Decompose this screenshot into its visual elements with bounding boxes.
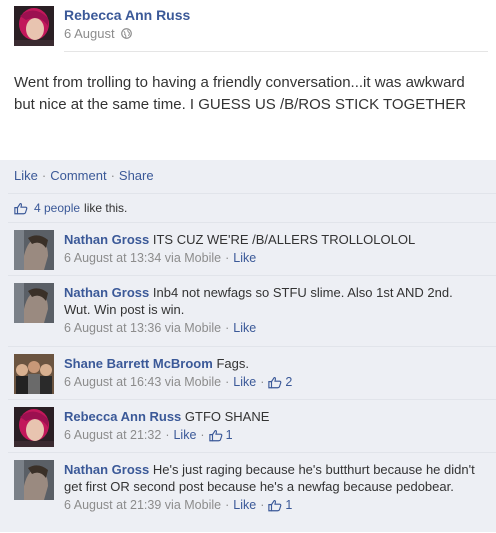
separator: · <box>110 168 115 183</box>
comment-text: Fags. <box>216 356 249 371</box>
comment-author[interactable]: Shane Barrett McBroom <box>64 356 213 371</box>
comment-item: Nathan Gross ITS CUZ WE'RE /B/ALLERS TRO… <box>8 222 496 275</box>
comment-like-button[interactable]: Like <box>233 374 256 391</box>
comment-timestamp[interactable]: 6 August at 21:39 <box>64 497 161 514</box>
comment-like-button[interactable]: Like <box>233 250 256 267</box>
comment-author[interactable]: Nathan Gross <box>64 232 149 247</box>
likes-summary: 4 people like this. <box>8 193 496 222</box>
post-meta: 6 August <box>64 26 132 41</box>
commenter-avatar[interactable] <box>14 230 54 270</box>
comment-like-button[interactable]: Like <box>233 497 256 514</box>
globe-icon[interactable] <box>120 28 132 39</box>
comment-like-count[interactable]: 2 <box>268 374 292 391</box>
comment-author[interactable]: Rebecca Ann Russ <box>64 409 181 424</box>
comment-author[interactable]: Nathan Gross <box>64 462 149 477</box>
comment-meta: 6 August at 13:34 via Mobile · Like <box>64 250 482 267</box>
header-divider <box>64 51 488 52</box>
action-bar: Like · Comment · Share <box>14 168 154 183</box>
like-count-value: 1 <box>285 498 293 512</box>
comment-via: via Mobile <box>164 251 222 265</box>
comment-content: Shane Barrett McBroom Fags. 6 August at … <box>64 355 482 391</box>
likes-suffix: like this. <box>84 201 128 215</box>
thumbs-up-icon <box>14 202 28 214</box>
comment-timestamp[interactable]: 6 August at 13:36 <box>64 320 161 337</box>
like-count-value: 1 <box>225 428 233 442</box>
separator: · <box>200 428 205 442</box>
comment-like-button[interactable]: Like <box>233 320 256 337</box>
post-date[interactable]: 6 August <box>64 26 115 41</box>
comment-meta: 6 August at 21:39 via Mobile · Like · 1 <box>64 497 482 514</box>
comment-text: ITS CUZ WE'RE /B/ALLERS TROLLOLOLOL <box>152 232 416 247</box>
comment-content: Rebecca Ann Russ GTFO SHANE 6 August at … <box>64 408 482 444</box>
comment-timestamp[interactable]: 6 August at 21:32 <box>64 427 161 444</box>
thumbs-up-icon <box>268 500 282 512</box>
thumbs-up-icon <box>268 377 282 389</box>
feedback-section: Like · Comment · Share 4 people like this. N… <box>0 160 496 532</box>
comment-content: Nathan Gross Inb4 not newfags so STFU sl… <box>64 284 482 337</box>
separator: · <box>260 498 265 512</box>
share-action-button[interactable]: Share <box>119 168 154 183</box>
comment-item: Shane Barrett McBroom Fags. 6 August at … <box>8 346 496 399</box>
comment-item: Nathan Gross Inb4 not newfags so STFU sl… <box>8 275 496 346</box>
separator: · <box>225 251 230 265</box>
comment-item: Nathan Gross He's just raging because he… <box>8 452 496 533</box>
comment-content: Nathan Gross He's just raging because he… <box>64 461 482 514</box>
comment-content: Nathan Gross ITS CUZ WE'RE /B/ALLERS TRO… <box>64 231 482 267</box>
comment-like-count[interactable]: 1 <box>208 427 233 444</box>
comment-author[interactable]: Nathan Gross <box>64 285 149 300</box>
like-action-button[interactable]: Like <box>14 168 38 183</box>
commenter-avatar[interactable] <box>14 407 54 447</box>
like-count-value: 2 <box>285 375 293 389</box>
commenter-avatar[interactable] <box>14 460 54 500</box>
separator: · <box>260 375 265 389</box>
comment-via: via Mobile <box>164 321 222 335</box>
comment-via: via Mobile <box>164 375 222 389</box>
separator: · <box>225 498 230 512</box>
comment-text: GTFO SHANE <box>184 409 270 424</box>
comment-item: Rebecca Ann Russ GTFO SHANE 6 August at … <box>8 399 496 452</box>
comment-action-button[interactable]: Comment <box>50 168 106 183</box>
comment-timestamp[interactable]: 6 August at 13:34 <box>64 250 161 267</box>
comment-like-button[interactable]: Like <box>173 427 196 444</box>
separator: · <box>225 321 230 335</box>
post-author-name[interactable]: Rebecca Ann Russ <box>64 7 190 23</box>
separator: · <box>225 375 230 389</box>
author-avatar[interactable] <box>14 6 54 46</box>
post-text: Went from trolling to having a friendly … <box>14 74 467 113</box>
commenter-avatar[interactable] <box>14 354 54 394</box>
likes-count-link[interactable]: 4 people <box>34 201 80 215</box>
separator: · <box>41 168 47 183</box>
commenter-avatar[interactable] <box>14 283 54 323</box>
comment-meta: 6 August at 13:36 via Mobile · Like <box>64 320 482 337</box>
comment-meta: 6 August at 21:32 · Like · 1 <box>64 427 482 444</box>
post-header: Rebecca Ann Russ 6 August <box>12 4 488 50</box>
comment-timestamp[interactable]: 6 August at 16:43 <box>64 374 161 391</box>
comment-meta: 6 August at 16:43 via Mobile · Like · 2 <box>64 374 482 391</box>
thumbs-up-icon <box>208 430 222 442</box>
comment-via: via Mobile <box>164 498 222 512</box>
separator: · <box>165 428 170 442</box>
comment-like-count[interactable]: 1 <box>268 497 292 514</box>
